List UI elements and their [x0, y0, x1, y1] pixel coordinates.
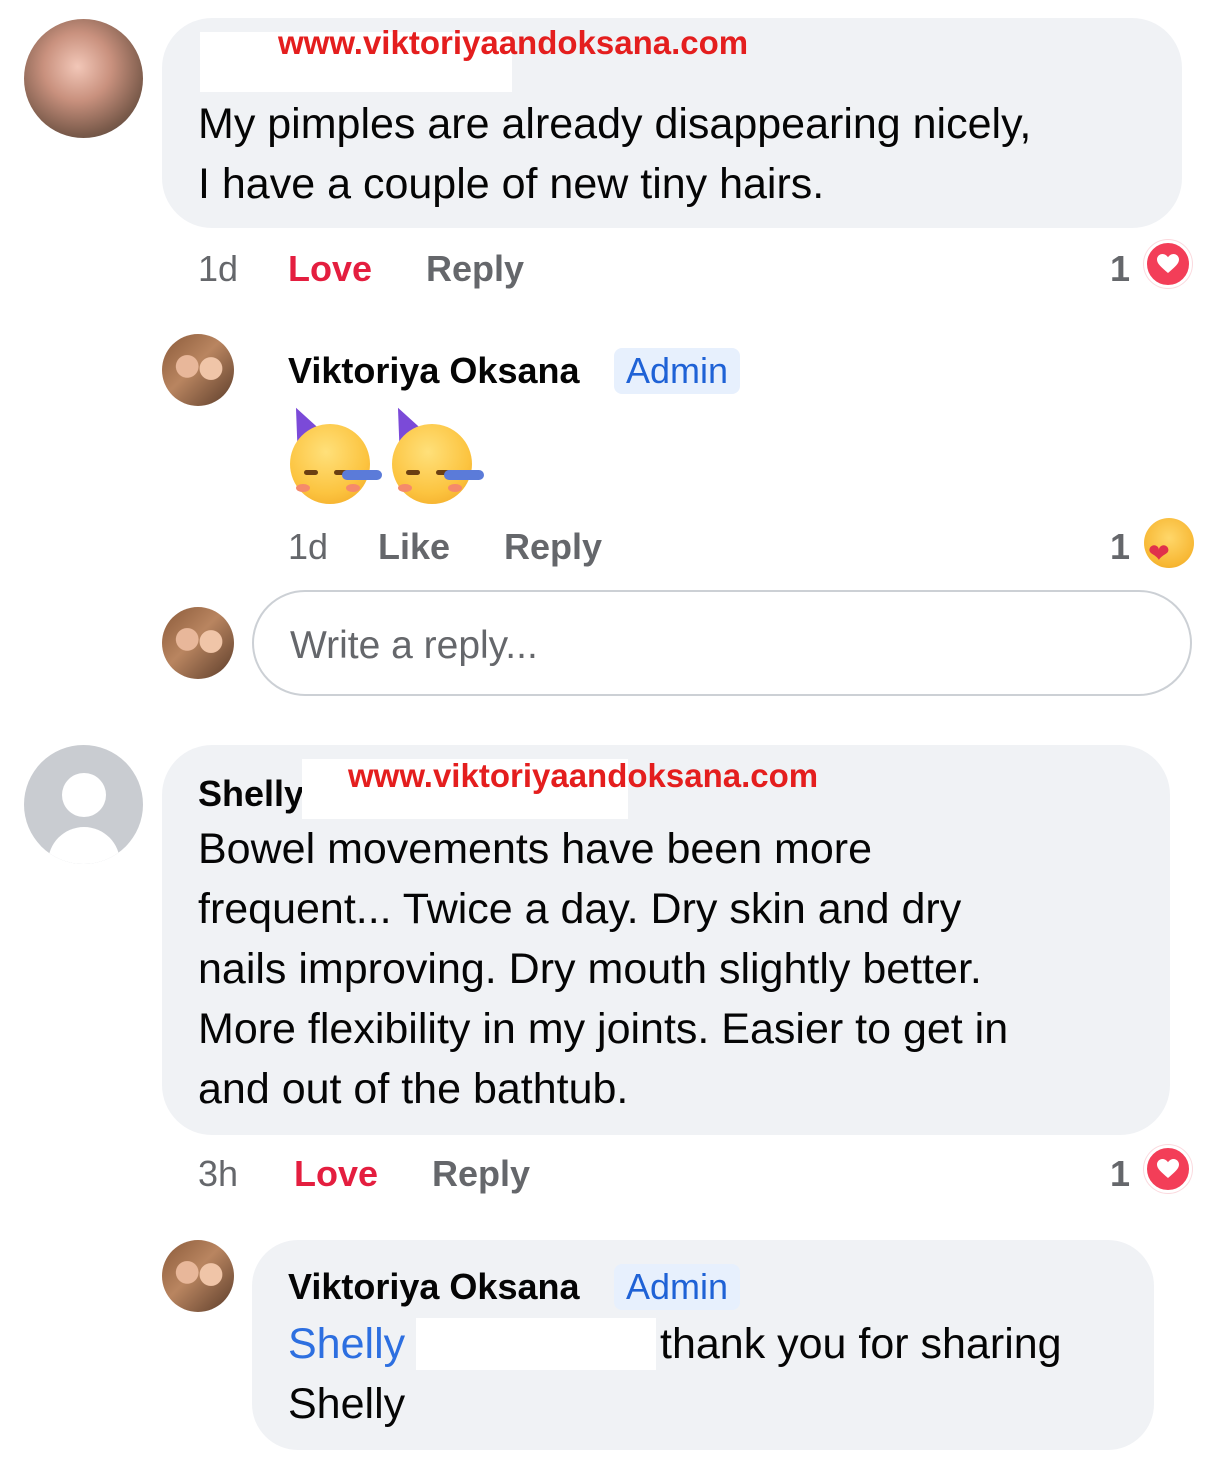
reply-button[interactable]: Reply	[432, 1153, 530, 1195]
care-hug-icon[interactable]: ❤	[1144, 518, 1194, 568]
admin-badge: Admin	[614, 1264, 741, 1310]
comment-text-line: My pimples are already disappearing nice…	[198, 100, 1032, 148]
reply-author[interactable]: Viktoriya Oksana	[288, 350, 580, 392]
party-face-icon	[383, 401, 484, 504]
comment-bubble: www.viktoriyaandoksana.com My pimples ar…	[162, 18, 1182, 228]
comment-bubble: Shelly www.viktoriyaandoksana.com Bowel …	[162, 745, 1170, 1135]
party-face-icon	[281, 401, 382, 504]
reaction-count[interactable]: 1	[1110, 1153, 1130, 1195]
admin-avatar[interactable]	[162, 334, 234, 406]
reply-actions: 1d Like Reply	[288, 526, 688, 570]
love-button[interactable]: Love	[294, 1153, 378, 1195]
watermark-text: www.viktoriyaandoksana.com	[278, 24, 749, 61]
comment-text: Bowel movements have been more frequent.…	[198, 819, 1168, 1119]
heart-icon[interactable]	[1144, 240, 1192, 288]
comment-text-line: nails improving. Dry mouth slightly bett…	[198, 945, 982, 993]
comment-text-line: Bowel movements have been more	[198, 825, 873, 873]
heart-icon[interactable]	[1144, 1145, 1192, 1193]
reply-text-line: Shelly	[288, 1380, 406, 1428]
reply-input[interactable]: Write a reply...	[252, 590, 1192, 696]
reply-input-placeholder: Write a reply...	[290, 624, 538, 667]
comment-timestamp: 1d	[198, 248, 239, 289]
love-button[interactable]: Love	[288, 248, 372, 290]
comment-actions: 1d Love Reply	[198, 248, 598, 292]
comment-text-line: More flexibility in my joints. Easier to…	[198, 1005, 1009, 1053]
comment-text-line: I have a couple of new tiny hairs.	[198, 160, 825, 208]
like-button[interactable]: Like	[378, 526, 450, 568]
reply-text-line: thank you for sharing	[660, 1320, 1062, 1368]
comment-text: My pimples are already disappearing nice…	[198, 94, 1178, 214]
redacted-name	[416, 1318, 656, 1370]
admin-avatar[interactable]	[162, 1240, 234, 1312]
watermark-text: www.viktoriyaandoksana.com	[348, 757, 819, 794]
mention-link[interactable]: Shelly	[288, 1314, 405, 1374]
reaction-count[interactable]: 1	[1110, 248, 1130, 290]
reaction-count[interactable]: 1	[1110, 526, 1130, 568]
comment-timestamp: 3h	[198, 1153, 239, 1194]
reply-button[interactable]: Reply	[426, 248, 524, 290]
reply-button[interactable]: Reply	[504, 526, 602, 568]
comment-text-line: and out of the bathtub.	[198, 1065, 629, 1113]
comment-author[interactable]: Shelly	[198, 773, 304, 815]
reply-author[interactable]: Viktoriya Oksana	[288, 1266, 580, 1308]
reply-bubble: Viktoriya Oksana Admin Shelly thank you …	[252, 1240, 1154, 1450]
admin-badge: Admin	[614, 348, 741, 394]
commenter-avatar[interactable]	[24, 19, 143, 138]
default-avatar-icon[interactable]	[24, 745, 143, 864]
comment-actions: 3h Love Reply	[198, 1153, 598, 1197]
comment-text-line: frequent... Twice a day. Dry skin and dr…	[198, 885, 962, 933]
current-user-avatar	[162, 607, 234, 679]
reply-timestamp: 1d	[288, 526, 329, 567]
reply-text: Shelly thank you for sharing Shelly	[288, 1314, 1148, 1434]
